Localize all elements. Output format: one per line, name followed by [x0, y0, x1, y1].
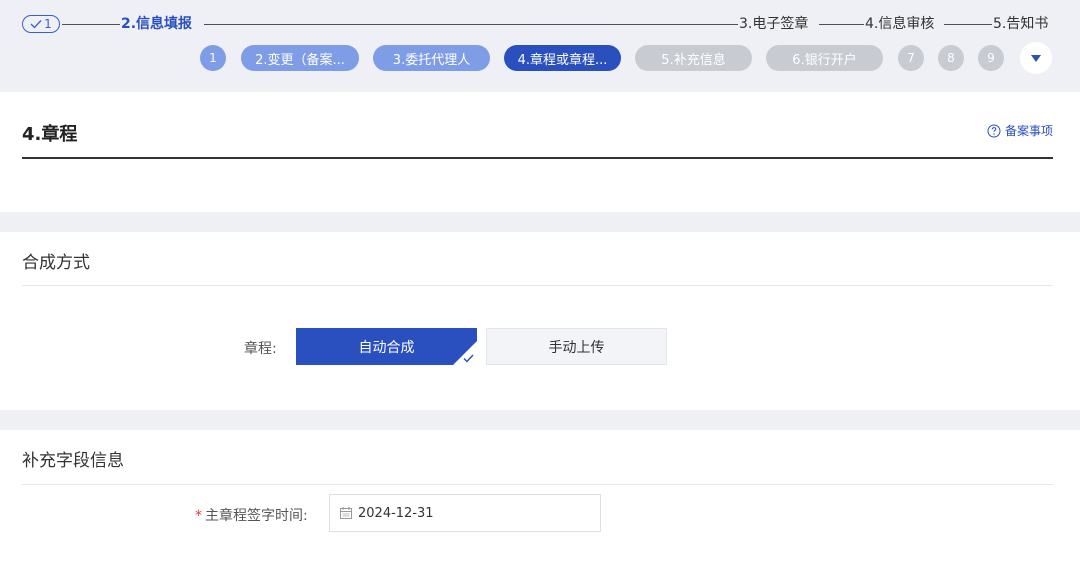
substep-dropdown-button[interactable]	[1020, 42, 1052, 74]
substep-5[interactable]: 5.补充信息	[635, 45, 752, 71]
step-1-number: 1	[44, 17, 52, 31]
step-esign[interactable]: 3.电子签章	[739, 15, 808, 33]
step-1-done[interactable]: 1	[22, 15, 60, 33]
filing-guide-link[interactable]: 备案事项	[987, 122, 1053, 139]
substep-9[interactable]: 9	[978, 45, 1004, 71]
section-articles: 4.章程 备案事项	[0, 92, 1080, 212]
section-compose-method: 合成方式 章程: 自动合成 手动上传	[0, 232, 1080, 410]
sign-date-value: 2024-12-31	[358, 505, 434, 521]
step-connector	[944, 24, 992, 25]
page-title: 4.章程	[22, 124, 78, 145]
step-bar: 1 2.信息填报 3.电子签章 4.信息审核 5.告知书 1 2.变更（备案..…	[0, 0, 1080, 92]
question-icon	[987, 124, 1001, 137]
sign-date-label: * 主章程签字时间:	[195, 505, 308, 525]
auto-compose-label: 自动合成	[358, 339, 415, 356]
substep-7[interactable]: 7	[898, 45, 924, 71]
substep-4-current[interactable]: 4.章程或章程...	[504, 45, 621, 71]
section-title: 补充字段信息	[22, 451, 124, 471]
sign-date-label-text: 主章程签字时间:	[205, 508, 308, 524]
substep-3[interactable]: 3.委托代理人	[373, 45, 490, 71]
required-mark: *	[195, 508, 202, 524]
section-extra-fields: 补充字段信息 * 主章程签字时间: 2024-12-31	[0, 430, 1080, 571]
substep-8[interactable]: 8	[938, 45, 964, 71]
calendar-icon	[340, 507, 352, 519]
step-connector	[62, 24, 120, 25]
title-divider	[22, 157, 1053, 159]
section-title: 合成方式	[22, 253, 90, 273]
step-info-fill[interactable]: 2.信息填报	[121, 15, 192, 33]
check-icon	[463, 354, 474, 363]
step-review[interactable]: 4.信息审核	[865, 15, 934, 33]
filing-guide-label: 备案事项	[1004, 124, 1053, 138]
section-divider	[22, 285, 1053, 286]
sign-date-input[interactable]: 2024-12-31	[329, 494, 601, 532]
substep-2[interactable]: 2.变更（备案...	[241, 45, 359, 71]
step-connector	[819, 24, 864, 25]
step-notice[interactable]: 5.告知书	[993, 15, 1048, 33]
step-connector	[204, 24, 738, 25]
substep-6[interactable]: 6.银行开户	[766, 45, 883, 71]
main-step-line: 1 2.信息填报 3.电子签章 4.信息审核 5.告知书	[22, 12, 1052, 36]
articles-field-label: 章程:	[244, 341, 277, 357]
check-icon	[30, 20, 42, 29]
manual-upload-option[interactable]: 手动上传	[486, 328, 667, 365]
section-divider	[22, 484, 1053, 485]
caret-down-icon	[1031, 54, 1041, 62]
substep-1[interactable]: 1	[200, 45, 226, 71]
auto-compose-option[interactable]: 自动合成	[296, 328, 477, 365]
